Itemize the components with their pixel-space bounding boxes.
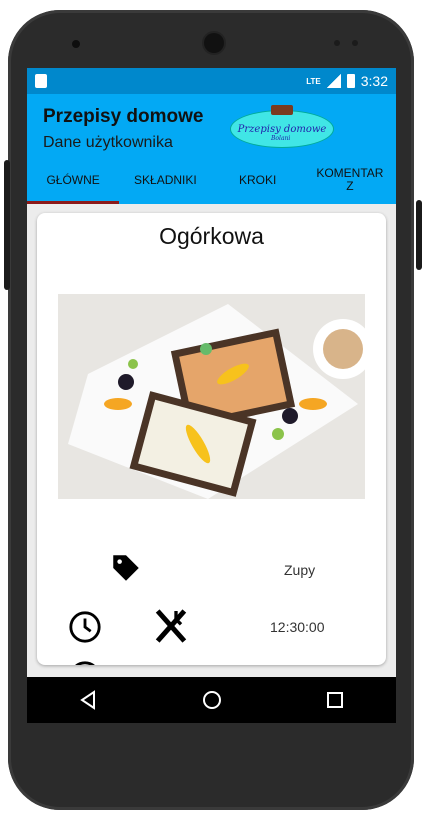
tab-label: KROKI xyxy=(238,172,277,187)
recipe-category: Zupy xyxy=(284,562,316,578)
recipe-time: 12:30:00 xyxy=(270,619,325,635)
recents-button[interactable] xyxy=(321,686,349,714)
home-button[interactable] xyxy=(198,686,226,714)
sensor xyxy=(72,40,80,48)
logo-text: Przepisy domowe xyxy=(237,123,327,135)
tab-label: KOMENTAR Z xyxy=(316,166,384,193)
recipe-card: Ogórkowa Zupy 12:30:00 xyxy=(37,213,386,665)
screen: LTE 3:32 Przepisy domowe Dane użytkownik… xyxy=(27,68,396,723)
signal-icon xyxy=(326,74,341,88)
volume-button xyxy=(4,160,10,290)
status-bar: LTE 3:32 xyxy=(27,68,396,94)
pot-icon xyxy=(271,105,293,115)
main-content[interactable]: Ogórkowa Zupy 12:30:00 xyxy=(27,204,396,723)
app-subtitle: Dane użytkownika xyxy=(43,134,173,151)
tab-label: SKŁADNIKI xyxy=(134,172,197,187)
tab-kroki[interactable]: KROKI xyxy=(212,156,304,204)
battery-icon xyxy=(346,74,355,88)
app-title: Przepisy domowe xyxy=(43,106,204,127)
sd-card-icon xyxy=(35,74,47,88)
tab-skladniki[interactable]: SKŁADNIKI xyxy=(119,156,211,204)
clock-icon xyxy=(68,610,102,649)
front-camera xyxy=(204,33,224,53)
clock-icon xyxy=(68,660,102,665)
app-logo: Przepisy domowe Bolani xyxy=(230,105,334,148)
power-button xyxy=(416,200,422,270)
cutlery-icon xyxy=(151,606,191,651)
network-type: LTE xyxy=(306,76,321,86)
sensor xyxy=(352,40,358,46)
tab-glowne[interactable]: GŁÓWNE xyxy=(27,156,120,204)
tag-icon xyxy=(109,551,143,590)
clock-time: 3:32 xyxy=(360,73,388,89)
sensor xyxy=(334,40,340,46)
recipe-photo xyxy=(58,294,365,499)
back-button[interactable] xyxy=(75,686,103,714)
tab-komentarze[interactable]: KOMENTAR Z xyxy=(304,156,396,204)
tab-label: GŁÓWNE xyxy=(46,172,100,187)
tab-bar: GŁÓWNE SKŁADNIKI KROKI KOMENTAR Z xyxy=(27,156,396,204)
navigation-bar xyxy=(27,677,396,723)
logo-subtext: Bolani xyxy=(271,135,291,142)
app-bar: Przepisy domowe Dane użytkownika Przepis… xyxy=(27,94,396,204)
recipe-title: Ogórkowa xyxy=(159,223,264,249)
